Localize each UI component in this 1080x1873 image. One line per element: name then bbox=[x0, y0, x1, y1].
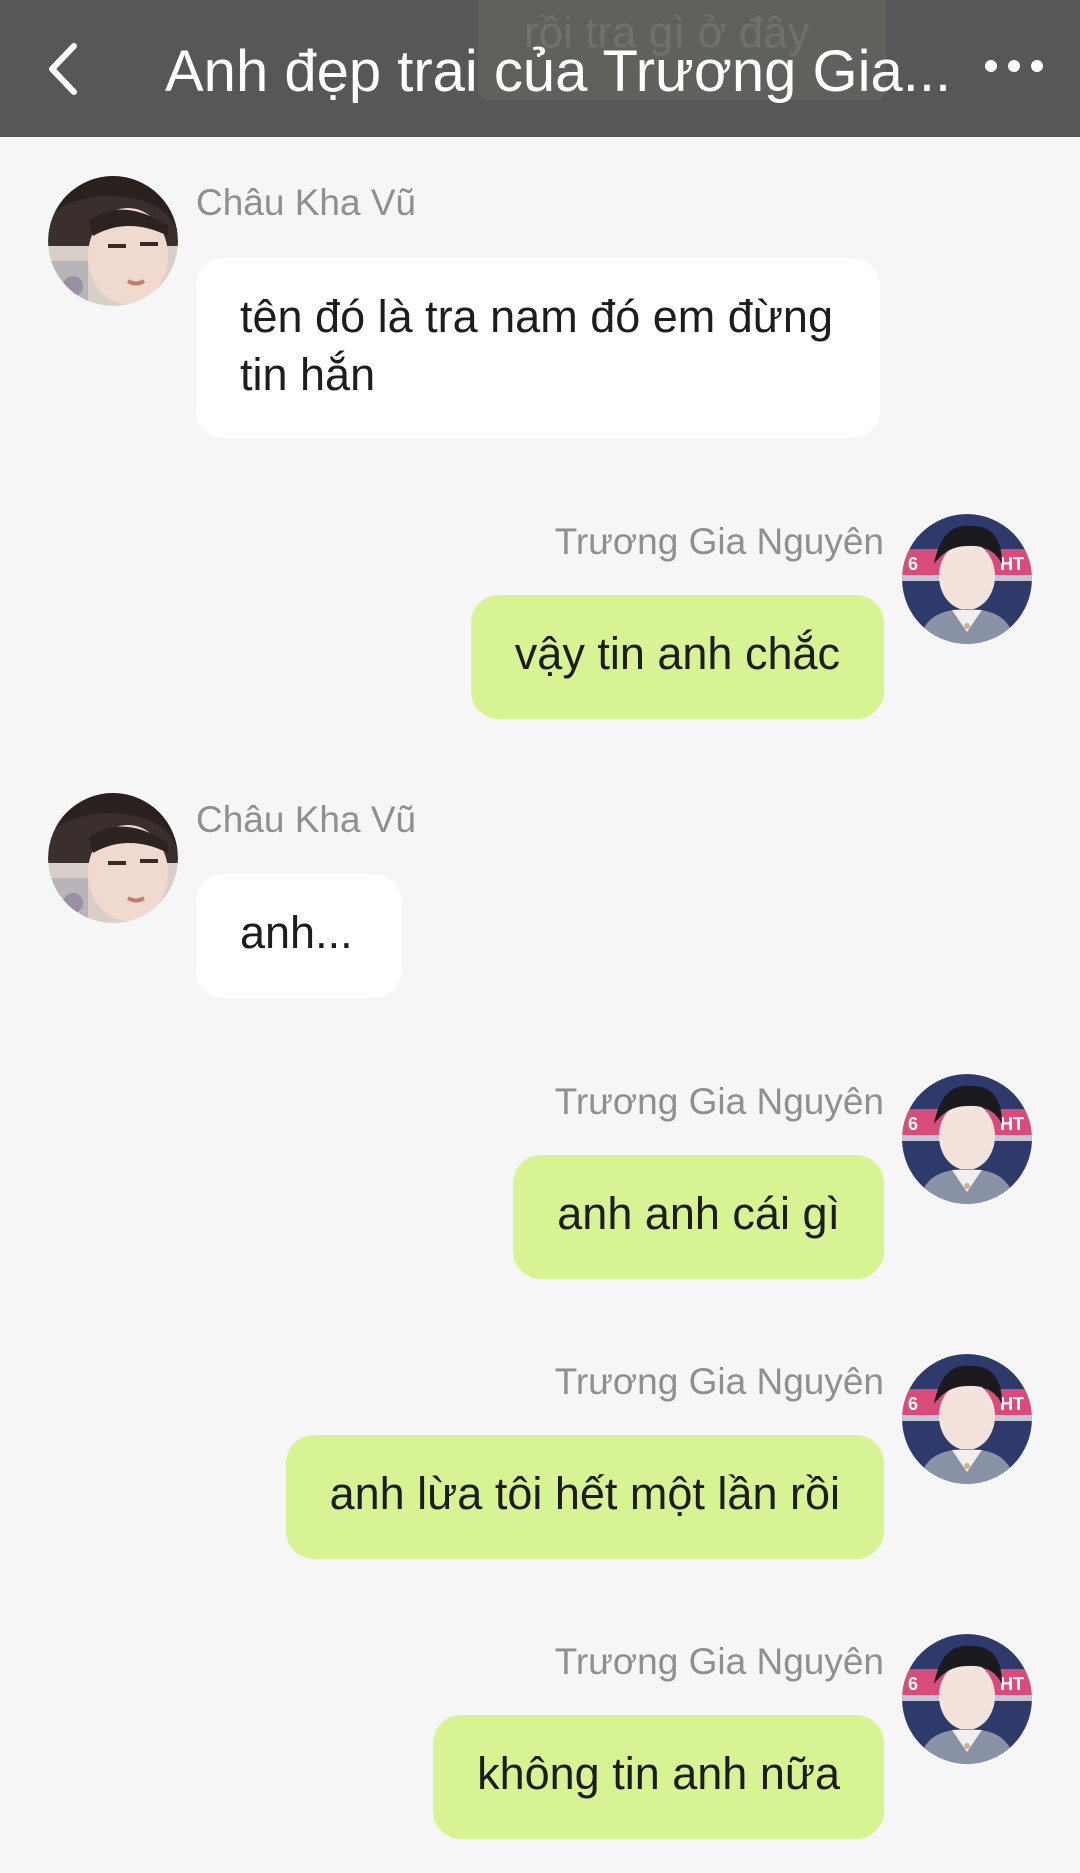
sender-name: Trương Gia Nguyên bbox=[554, 1081, 884, 1122]
message-bubble[interactable]: không tin anh nữa bbox=[433, 1715, 884, 1839]
sender-name: Trương Gia Nguyên bbox=[554, 1641, 884, 1682]
message-bubble[interactable]: anh anh cái gì bbox=[513, 1155, 884, 1279]
message-bubble[interactable]: anh lừa tôi hết một lần rồi bbox=[285, 1435, 884, 1559]
message-bubble[interactable]: vậy tin anh chắc bbox=[470, 595, 884, 719]
more-horizontal-icon[interactable] bbox=[983, 58, 1045, 74]
message-bubble[interactable]: anh... bbox=[196, 874, 402, 998]
avatar-truong-gia-nguyen[interactable] bbox=[902, 1354, 1032, 1484]
sender-name: Trương Gia Nguyên bbox=[554, 1361, 884, 1402]
avatar-truong-gia-nguyen[interactable] bbox=[902, 514, 1032, 644]
conversation-title: Anh đẹp trai của Trương Gia... bbox=[165, 39, 952, 104]
sender-name: Trương Gia Nguyên bbox=[554, 521, 884, 562]
sender-name: Châu Kha Vũ bbox=[196, 182, 417, 223]
avatar-chau-kha-vu[interactable] bbox=[48, 176, 178, 306]
app-header: rồi tra gì ở đây Anh đẹp trai của Trương… bbox=[0, 0, 1080, 137]
avatar-truong-gia-nguyen[interactable] bbox=[902, 1074, 1032, 1204]
avatar-truong-gia-nguyen[interactable] bbox=[902, 1634, 1032, 1764]
avatar-chau-kha-vu[interactable] bbox=[48, 793, 178, 923]
sender-name: Châu Kha Vũ bbox=[196, 799, 417, 840]
message-bubble[interactable]: tên đó là tra nam đó em đừng tin hắn bbox=[196, 258, 880, 438]
chevron-left-icon[interactable] bbox=[44, 40, 84, 98]
